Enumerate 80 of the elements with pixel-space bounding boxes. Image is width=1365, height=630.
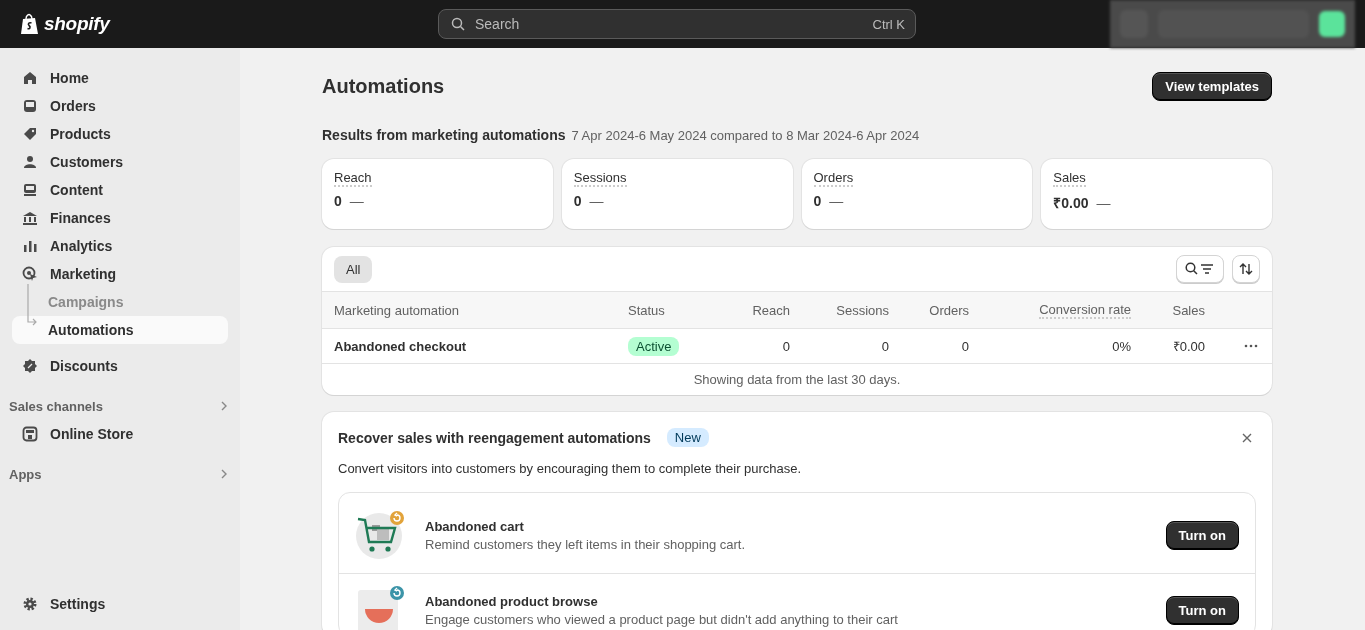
filter-tab[interactable]: All <box>334 255 373 283</box>
metric-change: — <box>349 193 364 209</box>
page-title: Automations <box>322 75 445 98</box>
card-title: Recover sales with reengagement automations <box>338 429 651 446</box>
tag-icon <box>22 126 38 142</box>
column-header: Marketing automation <box>334 302 460 318</box>
date-range: 7 Apr 2024-6 May 2024 compared to 8 Mar 2024-6 Apr 2024 <box>571 128 920 143</box>
settings-nav-item[interactable]: Settings <box>12 590 228 618</box>
brand-logo[interactable]: shopify <box>44 13 110 35</box>
new-badge: New <box>666 428 709 447</box>
nav-item[interactable]: Customers <box>12 148 228 176</box>
metric-change: — <box>829 193 844 209</box>
nav-item[interactable]: Content <box>12 176 228 204</box>
section-title: Results from marketing automations <box>322 127 566 143</box>
automation-name[interactable]: Abandoned checkout <box>334 338 628 354</box>
section-heading[interactable]: Sales channels <box>9 398 103 414</box>
column-header: Reach <box>751 302 790 318</box>
search-bar[interactable]: Search Ctrl K <box>438 9 916 39</box>
home-icon <box>22 70 38 86</box>
search-filter-button[interactable] <box>1176 255 1224 283</box>
table-cell-text: 0 <box>781 338 790 354</box>
tree-connector-icon <box>25 284 39 328</box>
column-header: Orders <box>928 302 969 318</box>
nav-item[interactable]: Products <box>12 120 228 148</box>
more-actions-icon[interactable] <box>1244 344 1258 348</box>
search-filter-icon <box>1185 262 1215 276</box>
storefront-icon <box>22 426 38 442</box>
card-description: Convert visitors into customers by encouraging them to complete their purchase. <box>338 461 803 476</box>
column-header: Sales <box>1171 302 1205 318</box>
search-field[interactable]: Search <box>473 15 865 33</box>
shopping-bag-logo-icon <box>20 13 40 35</box>
metric-change: — <box>1096 194 1111 211</box>
sort-button[interactable] <box>1232 255 1260 283</box>
automation-title: Abandoned cart <box>425 518 525 534</box>
table-cell-text: ₹0.00 <box>1171 338 1205 355</box>
automation-description: Engage customers who viewed a product page but didn't add anything to their cart <box>425 611 899 627</box>
discount-icon <box>22 358 38 374</box>
nav-item[interactable]: Analytics <box>12 232 228 260</box>
column-header[interactable]: Conversion rate <box>1039 301 1131 319</box>
person-icon <box>22 154 38 170</box>
table-cell-text: 0 <box>960 338 969 354</box>
metric-label: Reach <box>334 170 372 187</box>
metric-label: Orders <box>813 170 854 187</box>
nav-item[interactable]: Marketing <box>12 260 228 288</box>
automation-description: Remind customers they left items in their shopping cart. <box>425 536 747 552</box>
shopping-cart-drawing <box>355 510 405 560</box>
metric-value: 0 <box>334 193 342 209</box>
bank-icon <box>22 210 38 226</box>
nav-item[interactable]: Discounts <box>12 352 228 380</box>
nav-item[interactable]: Online Store <box>12 420 228 448</box>
column-header: Sessions <box>835 302 889 318</box>
chevron-right-icon[interactable] <box>220 469 228 479</box>
metric-label: Sales <box>1053 170 1086 187</box>
nav-item[interactable]: Home <box>12 64 228 92</box>
sort-arrows-icon <box>1239 262 1253 276</box>
automation-title: Abandoned product browse <box>425 593 599 609</box>
status-badge: Active <box>628 336 680 356</box>
target-icon <box>22 266 38 282</box>
metric-value: 0 <box>573 193 582 209</box>
nav-item[interactable]: Orders <box>12 92 228 120</box>
column-header: Status <box>628 302 666 318</box>
view-templates-button[interactable]: View templates <box>1152 72 1272 101</box>
metric-value: 0 <box>813 193 822 209</box>
search-icon <box>451 17 465 31</box>
section-heading[interactable]: Apps <box>9 466 42 482</box>
metric-change: — <box>589 193 604 209</box>
shortcut-hint: Ctrl K <box>872 16 905 32</box>
bars-icon <box>22 238 38 254</box>
chevron-right-icon[interactable] <box>220 401 228 411</box>
table-footer-note: Showing data from the last 30 days. <box>692 371 902 389</box>
turn-on-button[interactable]: Turn on <box>1165 520 1239 550</box>
metric-label: Sessions <box>573 170 627 187</box>
table-cell-text: 0 <box>880 338 889 354</box>
nav-subitem[interactable]: Automations <box>12 316 228 344</box>
metric-value: ₹0.00 <box>1053 194 1089 212</box>
close-icon[interactable] <box>1242 432 1252 443</box>
nav-item[interactable]: Finances <box>12 204 228 232</box>
turn-on-button[interactable]: Turn on <box>1165 595 1239 625</box>
settings-icon <box>22 596 38 612</box>
table-cell-text: 0% <box>1111 338 1131 354</box>
